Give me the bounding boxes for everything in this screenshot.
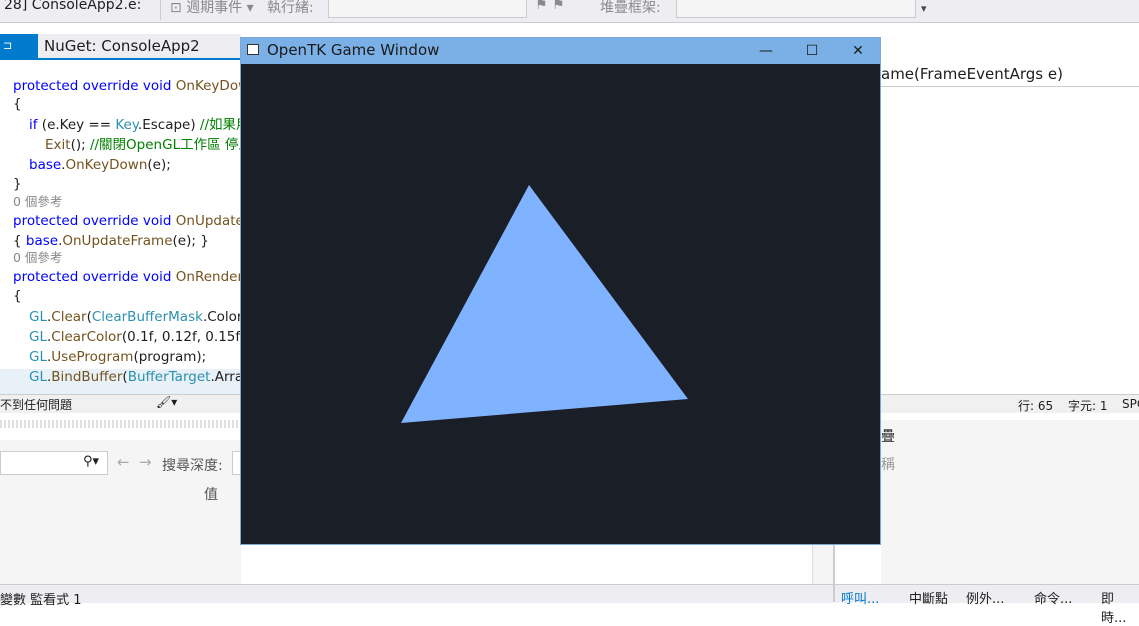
brush-icon[interactable]: 🖌▾ <box>156 395 177 409</box>
maximize-button[interactable]: ☐ <box>789 38 835 64</box>
line-indicator: 行: 65 <box>1018 399 1054 413</box>
references-codelens[interactable]: 0 個參考 <box>13 248 62 268</box>
spacing-indicator: SPC <box>1122 397 1139 411</box>
tab-nuget[interactable]: NuGet: ConsoleApp2 <box>44 37 200 55</box>
locals-panel: ⚲▾ ← → 搜尋深度: 值 <box>0 440 246 602</box>
lifecycle-icon: ⊡ <box>170 0 187 16</box>
close-icon: ✕ <box>852 43 864 59</box>
tab-call-stack[interactable]: 呼叫... <box>841 588 879 607</box>
tab-exceptions[interactable]: 例外... <box>966 588 1004 607</box>
lifecycle-events-button[interactable]: ⊡ 週期事件 ▾ <box>170 0 254 17</box>
code-line: base.OnKeyDown(e); <box>29 157 171 173</box>
tab-command[interactable]: 命令... <box>1034 588 1072 607</box>
code-line: if (e.Key == Key.Escape) //如果用戶 <box>29 117 241 133</box>
lifecycle-events-label: 週期事件 <box>186 0 243 16</box>
code-line: protected override void OnUpdateF <box>13 213 241 229</box>
references-codelens[interactable]: 0 個參考 <box>13 192 62 212</box>
debug-toolbar: 28] ConsoleApp2.e: ⊡ 週期事件 ▾ 執行緒: ⚑ ⚑ 堆疊框… <box>0 0 1139 23</box>
char-indicator: 字元: 1 <box>1068 399 1108 413</box>
maximize-icon: ☐ <box>805 43 819 59</box>
tab-underline <box>0 58 241 60</box>
code-line: protected override void OnKeyDow <box>13 78 241 94</box>
value-column-header[interactable]: 值 <box>204 484 218 504</box>
toolbar-overflow-icon[interactable]: ▾ <box>921 2 927 15</box>
code-editor[interactable]: protected override void OnKeyDow { if (e… <box>0 64 241 394</box>
editor-status-bar: 不到任何問題 🖌▾ <box>0 394 241 413</box>
thread-combo[interactable] <box>328 0 527 18</box>
search-depth-label: 搜尋深度: <box>162 458 223 474</box>
tab-active-program[interactable]: ⊐ <box>0 34 38 58</box>
back-arrow-icon[interactable]: ← <box>117 453 130 471</box>
code-editor-right[interactable] <box>881 64 1139 394</box>
code-line: GL.ClearColor(0.1f, 0.12f, 0.15f, <box>29 329 241 345</box>
member-nav-label: ame(FrameEventArgs e) <box>881 65 1063 83</box>
bottom-left-tabs: 變數 監看式 1 <box>0 584 833 608</box>
opengl-viewport[interactable] <box>241 64 880 544</box>
code-line: { <box>13 96 22 112</box>
code-line: GL.UseProgram(program); <box>29 349 207 365</box>
minimize-button[interactable]: — <box>743 38 789 64</box>
call-stack-panel: 疊 稱 <box>881 420 1139 602</box>
call-stack-title: 疊 <box>881 429 895 445</box>
search-input[interactable]: ⚲▾ <box>0 451 108 475</box>
process-combo[interactable]: 28] ConsoleApp2.e: <box>4 0 141 13</box>
opentk-game-window[interactable]: OpenTK Game Window — ☐ ✕ <box>240 37 881 545</box>
tab-immediate[interactable]: 即時... <box>1101 588 1139 626</box>
code-line: Exit(); //關閉OpenGL工作區 停止 <box>45 137 241 153</box>
member-nav-right[interactable]: ame(FrameEventArgs e) <box>881 64 1139 87</box>
stack-frame-combo[interactable] <box>676 0 916 18</box>
code-line: GL.Clear(ClearBufferMask.ColorB <box>29 309 241 325</box>
thread-label: 執行緒: <box>267 0 314 16</box>
splitter[interactable] <box>0 420 241 428</box>
minimize-icon: — <box>759 43 773 59</box>
code-line: { <box>13 288 22 304</box>
close-button[interactable]: ✕ <box>835 38 881 64</box>
code-line: } <box>13 176 22 192</box>
window-title: OpenTK Game Window <box>267 41 440 59</box>
code-line: protected override void OnRenderF <box>13 269 241 285</box>
pin-icon[interactable]: ⊐ <box>3 39 12 52</box>
forward-arrow-icon[interactable]: → <box>139 453 152 471</box>
stack-frame-label: 堆疊框架: <box>600 0 661 16</box>
window-titlebar[interactable]: OpenTK Game Window — ☐ ✕ <box>241 38 880 64</box>
flag-thread-icon[interactable]: ⚑ ⚑ <box>535 0 565 13</box>
name-column-header[interactable]: 稱 <box>881 454 895 474</box>
tab-locals-watch[interactable]: 變數 監看式 1 <box>0 589 82 608</box>
code-line: GL.BindBuffer(BufferTarget.Array <box>29 369 241 385</box>
editor-status-bar-right: 行: 65 字元: 1 SPC <box>881 394 1139 413</box>
search-icon[interactable]: ⚲▾ <box>83 454 99 469</box>
issues-status[interactable]: 不到任何問題 <box>0 396 72 413</box>
tab-breakpoints[interactable]: 中斷點 <box>909 588 948 607</box>
bottom-right-tabs: 呼叫... 中斷點 例外... 命令... 即時... <box>835 584 1139 626</box>
window-app-icon[interactable] <box>247 44 259 55</box>
toolbar-divider <box>160 0 161 20</box>
